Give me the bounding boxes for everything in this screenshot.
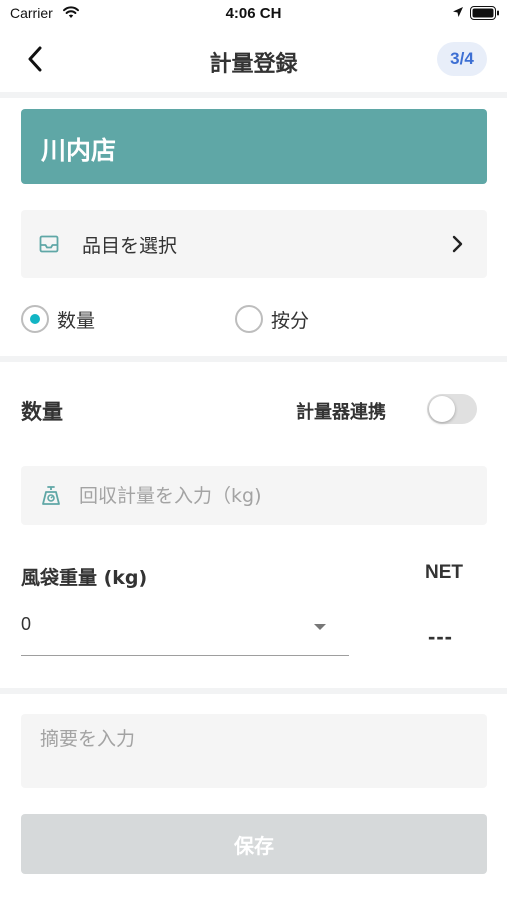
scale-icon [42,486,60,505]
wifi-icon [63,6,79,18]
page-title: 計量登録 [209,52,298,77]
radio-allocation[interactable]: 按分 [235,304,309,334]
item-select-label: 品目を選択 [82,235,178,257]
inbox-icon [39,235,59,253]
memo-input[interactable] [21,714,487,788]
bag-weight-label: 風袋重量 (kg) [21,567,148,589]
status-bar: Carrier 4:06 CH [0,0,507,28]
back-button[interactable] [18,42,52,76]
net-label: NET [425,562,463,583]
radio-checked-indicator [21,305,49,333]
divider [0,356,507,362]
item-select-row[interactable]: 品目を選択 [21,210,487,278]
radio-quantity-label: 数量 [57,309,96,332]
location-arrow-icon [453,7,463,17]
save-button[interactable]: 保存 [21,814,487,874]
divider [0,92,507,98]
scale-link-label: 計量器連携 [296,402,386,423]
store-banner: 川内店 [21,109,487,184]
radio-unchecked-indicator [235,305,263,333]
net-value: --- [428,624,453,649]
step-indicator-badge: 3/4 [437,42,487,76]
battery-icon [470,6,499,20]
radio-allocation-label: 按分 [271,309,310,332]
toggle-knob [429,396,455,422]
radio-quantity[interactable]: 数量 [21,304,95,334]
carrier-label: Carrier [10,5,53,21]
nav-bar: 計量登録 3/4 [0,28,507,92]
bag-weight-dropdown[interactable]: 0 [21,606,349,656]
bag-weight-value: 0 [21,614,32,634]
weight-input-field[interactable] [21,466,487,525]
store-name: 川内店 [41,136,117,165]
memo-field[interactable] [21,714,487,788]
quantity-section-title: 数量 [21,400,63,424]
dropdown-caret-icon [314,624,326,630]
chevron-right-icon [452,235,463,253]
weight-input[interactable] [79,466,479,525]
scale-link-toggle[interactable] [427,394,477,424]
chevron-left-icon [28,46,42,72]
divider [0,688,507,694]
